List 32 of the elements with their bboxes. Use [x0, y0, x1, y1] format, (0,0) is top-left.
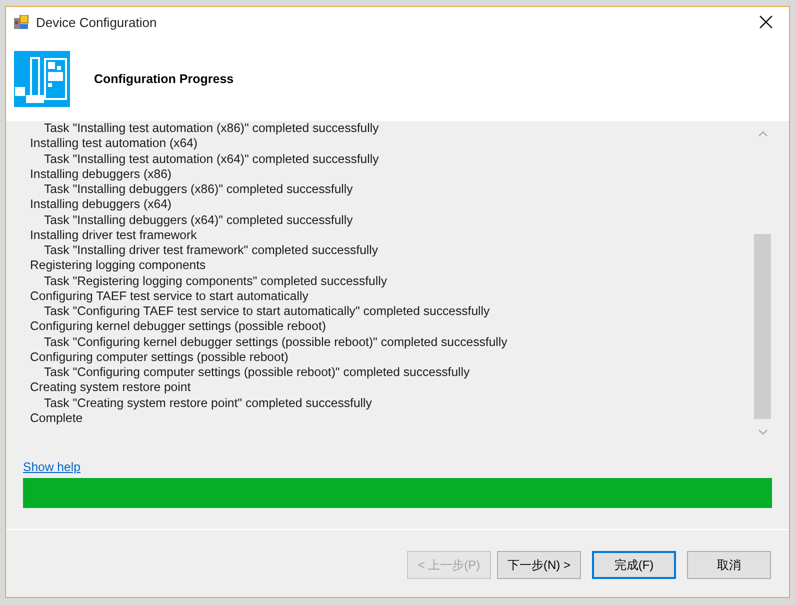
log-line: Task "Installing test automation (x86)" completed successfully [44, 123, 379, 135]
page-heading: Configuration Progress [94, 72, 234, 86]
log-line: Configuring computer settings (possible reboot) [30, 350, 290, 365]
wizard-button[interactable]: 取消 [687, 551, 771, 579]
log-line: Complete [30, 410, 84, 426]
log-line: Task "Configuring kernel debugger settings (possible reboot)" completed successfully [44, 334, 508, 348]
log-line: Task "Installing driver test framework" completed successfully [44, 243, 378, 257]
log-line: Task "Configuring TAEF test service to start automatically" completed successfully [44, 304, 490, 318]
log-line: Installing debuggers (x86) [30, 166, 172, 182]
log-line: Creating system restore point [30, 380, 192, 396]
wizard-button[interactable]: 下一步(N) > [497, 551, 581, 579]
scroll-up-icon[interactable] [758, 130, 768, 138]
app-icon [14, 14, 29, 30]
log-line: Configuring TAEF test service to start automatically [30, 288, 310, 304]
window-title: Device Configuration [36, 14, 158, 30]
log-line: Task "Creating system restore point" completed successfully [44, 396, 372, 410]
wizard-button[interactable]: 完成(F) [592, 551, 676, 579]
scrollbar-thumb[interactable] [754, 234, 771, 419]
close-icon[interactable] [759, 15, 773, 29]
help-link[interactable]: Show help [23, 460, 80, 474]
log-line: Task "Installing test automation (x64)" completed successfully [44, 152, 379, 166]
log-line: Task "Configuring computer settings (possible reboot)" completed successfully [44, 365, 470, 379]
log-line: Task "Registering logging components" completed successfully [44, 274, 387, 288]
log-line: Task "Installing debuggers (x64)" completed successfully [44, 212, 353, 226]
log-line: Installing test automation (x64) [30, 136, 198, 152]
device-icon [14, 51, 70, 107]
log-line: Installing debuggers (x64) [30, 197, 172, 212]
log-line: Configuring kernel debugger settings (possible reboot) [30, 319, 327, 334]
log-line: Installing driver test framework [30, 228, 198, 243]
log-line: Task "Installing debuggers (x86)" completed successfully [44, 182, 353, 196]
scroll-down-icon[interactable] [758, 428, 768, 436]
log-line: Registering logging components [30, 258, 207, 274]
